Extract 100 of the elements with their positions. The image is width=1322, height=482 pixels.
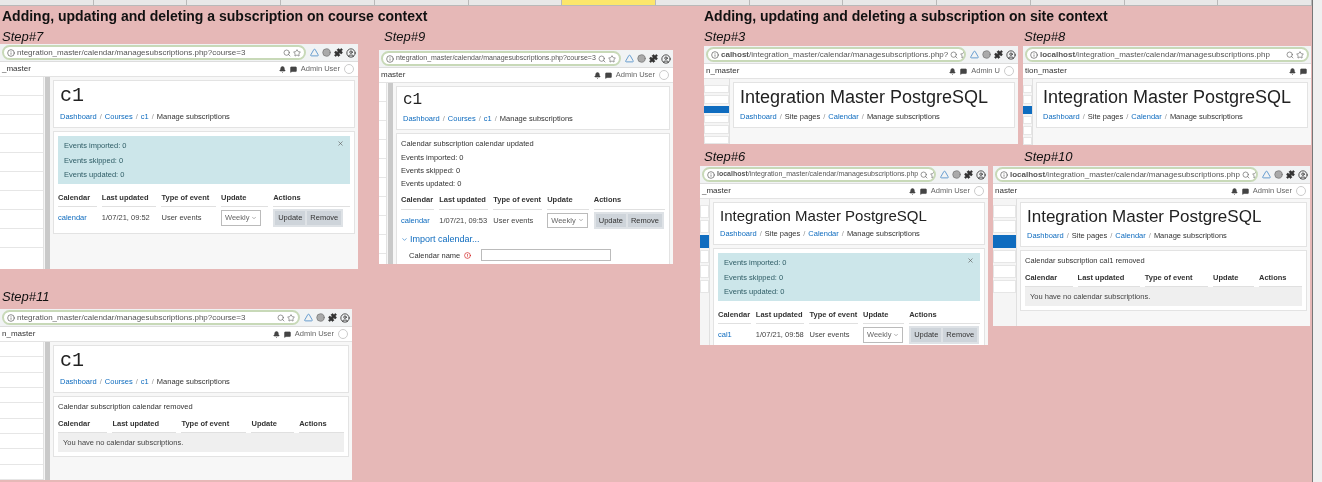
site-name[interactable]: master: [381, 69, 406, 81]
chat-icon[interactable]: [960, 67, 968, 75]
circle-icon[interactable]: [952, 170, 961, 179]
star-icon[interactable]: [608, 54, 616, 63]
star-icon[interactable]: [1296, 50, 1304, 59]
search-icon[interactable]: [598, 54, 606, 63]
step-label: Step#11: [2, 288, 50, 306]
puzzle-icon[interactable]: [1286, 170, 1295, 179]
triangle-icon[interactable]: [310, 48, 319, 57]
address-bar[interactable]: localhost/integration_master/calendar/managesubscriptions.php: [995, 167, 1258, 182]
info-icon: [7, 313, 15, 322]
bell-icon[interactable]: [593, 71, 601, 79]
circle-icon[interactable]: [982, 50, 991, 59]
account-icon[interactable]: [976, 169, 986, 180]
url-text: calhost/integration_master/calendar/managesubscriptions.php?: [721, 49, 949, 60]
caret-icon: [251, 214, 258, 221]
page-title: c1: [60, 86, 85, 106]
chat-icon[interactable]: [289, 65, 297, 73]
column-header[interactable]: [0, 0, 94, 6]
circle-icon[interactable]: [316, 313, 325, 322]
address-bar[interactable]: calhost/integration_master/calendar/managesubscriptions.php?: [706, 47, 966, 62]
column-header[interactable]: [1030, 0, 1125, 6]
column-header[interactable]: [749, 0, 844, 6]
star-icon[interactable]: [293, 48, 301, 57]
address-bar[interactable]: ntegration_master/calendar/managesubscriptions.php?course=3: [2, 310, 300, 325]
error-icon: [464, 251, 472, 259]
page-title: Integration Master PostgreSQL: [720, 208, 928, 223]
circle-icon[interactable]: [637, 54, 646, 63]
page-title: Integration Master PostgreSQL: [1043, 88, 1293, 106]
column-header[interactable]: [93, 0, 188, 6]
account-icon[interactable]: [661, 53, 671, 64]
chat-icon[interactable]: [604, 71, 612, 79]
close-icon[interactable]: [967, 257, 974, 265]
triangle-icon[interactable]: [304, 313, 313, 322]
bell-icon[interactable]: [1230, 187, 1238, 195]
column-header[interactable]: [187, 0, 282, 6]
search-icon[interactable]: [920, 170, 929, 179]
triangle-icon[interactable]: [1262, 170, 1271, 179]
search-icon[interactable]: [1286, 50, 1294, 59]
page-title: Integration Master PostgreSQL: [1027, 208, 1263, 225]
input-field[interactable]: [481, 249, 612, 262]
bell-icon[interactable]: [272, 330, 280, 338]
search-icon[interactable]: [283, 48, 291, 57]
puzzle-icon[interactable]: [334, 48, 343, 57]
chat-icon[interactable]: [919, 187, 927, 195]
chat-icon[interactable]: [1300, 67, 1307, 75]
star-icon[interactable]: [287, 313, 295, 322]
bell-icon[interactable]: [949, 67, 957, 75]
site-name[interactable]: _master: [702, 185, 731, 197]
triangle-icon[interactable]: [970, 50, 979, 59]
puzzle-icon[interactable]: [328, 313, 337, 322]
site-name[interactable]: n_master: [706, 65, 740, 77]
puzzle-icon[interactable]: [994, 50, 1003, 59]
vertical-scrollbar[interactable]: [1312, 0, 1322, 482]
circle-icon[interactable]: [322, 48, 331, 57]
column-header[interactable]: [656, 0, 750, 6]
url-text: ntegration_master/calendar/managesubscriptions.php?course=3: [17, 47, 247, 58]
account-icon[interactable]: [346, 47, 356, 58]
step-label: Step#3: [704, 28, 746, 46]
site-name[interactable]: n_master: [2, 328, 36, 340]
search-icon[interactable]: [950, 50, 959, 59]
account-icon[interactable]: [1298, 169, 1308, 180]
triangle-icon[interactable]: [625, 54, 634, 63]
puzzle-icon[interactable]: [649, 54, 658, 63]
page-title: Integration Master PostgreSQL: [740, 88, 990, 106]
page-title: c1: [60, 351, 85, 371]
address-bar[interactable]: localhost/integration_master/calendar/managesubscriptions.php: [1025, 47, 1309, 62]
section-heading: Adding, updating and deleting a subscription on course context: [2, 7, 428, 26]
column-header[interactable]: [843, 0, 938, 6]
chat-icon[interactable]: [1241, 187, 1249, 195]
bell-icon[interactable]: [278, 65, 286, 73]
puzzle-icon[interactable]: [964, 170, 973, 179]
address-bar[interactable]: ntegration_master/calendar/managesubscriptions.php?course=3: [2, 45, 306, 60]
column-header[interactable]: [1124, 0, 1219, 6]
bell-icon[interactable]: [908, 187, 916, 195]
column-header[interactable]: [468, 0, 563, 6]
close-icon[interactable]: [337, 140, 344, 148]
triangle-icon[interactable]: [940, 170, 949, 179]
circle-icon[interactable]: [1274, 170, 1283, 179]
account-icon[interactable]: [1006, 49, 1016, 60]
site-name[interactable]: tion_master: [1025, 65, 1067, 77]
star-icon[interactable]: [1251, 170, 1256, 179]
page-title: c1: [403, 92, 424, 108]
bell-icon[interactable]: [1289, 67, 1296, 75]
account-icon[interactable]: [340, 312, 350, 323]
chat-icon[interactable]: [283, 330, 291, 338]
column-header[interactable]: [562, 0, 657, 6]
site-name[interactable]: naster: [995, 185, 1018, 197]
search-icon[interactable]: [1241, 170, 1250, 179]
column-header[interactable]: [1218, 0, 1313, 6]
info-icon: [711, 50, 719, 59]
site-name[interactable]: _master: [2, 63, 31, 75]
search-icon[interactable]: [277, 313, 285, 322]
info-icon: [707, 170, 715, 179]
caret-icon: [577, 217, 584, 224]
import-calendar-link[interactable]: Import calendar...: [401, 232, 665, 247]
column-header[interactable]: [374, 0, 469, 6]
url-text: ntegration_master/calendar/managesubscriptions.php?course=3: [17, 312, 247, 323]
column-header[interactable]: [937, 0, 1031, 6]
column-header[interactable]: [281, 0, 375, 6]
